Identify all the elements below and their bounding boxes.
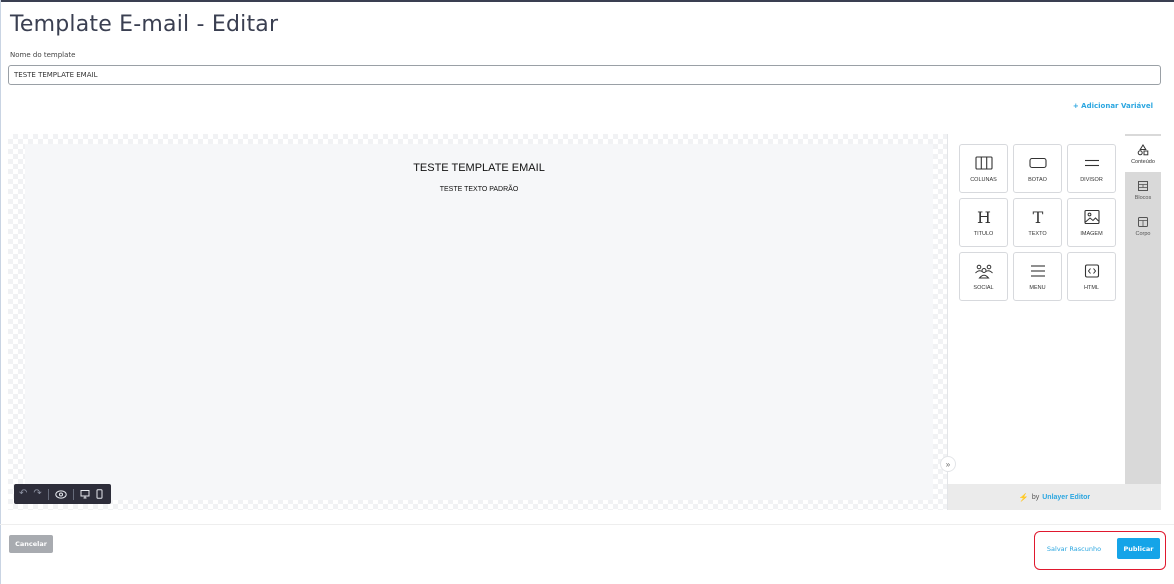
email-body-text[interactable]: TESTE TEXTO PADRÃO: [25, 186, 933, 193]
svg-text:T: T: [1032, 209, 1043, 225]
tool-button[interactable]: BOTAO: [1013, 144, 1062, 193]
svg-text:H: H: [977, 209, 991, 225]
redo-icon[interactable]: ↷: [33, 489, 41, 499]
powered-by: ⚡ by Unlayer Editor: [948, 484, 1161, 510]
html-icon: [1084, 263, 1099, 278]
unlayer-link[interactable]: Unlayer Editor: [1042, 494, 1090, 501]
image-icon: [1083, 209, 1100, 224]
bolt-icon: ⚡: [1018, 492, 1029, 502]
tab-blocks[interactable]: Blocos: [1125, 172, 1161, 208]
publish-button[interactable]: Publicar: [1117, 538, 1160, 559]
tool-label: TEXTO: [1028, 230, 1047, 237]
top-border: [0, 0, 1174, 2]
toolbar-divider: [47, 488, 49, 500]
tool-columns[interactable]: COLUNAS: [959, 144, 1008, 193]
email-canvas[interactable]: TESTE TEMPLATE EMAIL TESTE TEXTO PADRÃO: [25, 144, 933, 500]
tab-content[interactable]: Conteúdo: [1125, 136, 1161, 172]
content-tools: COLUNAS BOTAO DIVISOR H TITULO T TEXTO I…: [948, 134, 1125, 484]
body-icon: [1138, 216, 1148, 227]
social-icon: [974, 264, 993, 278]
collapse-sidebar-button[interactable]: »: [940, 456, 956, 472]
tool-label: MENU: [1029, 284, 1046, 291]
divider-icon: [1084, 159, 1099, 166]
blocks-icon: [1138, 180, 1148, 191]
template-name-input[interactable]: [8, 65, 1161, 85]
footer-divider: [0, 524, 1174, 525]
tool-menu[interactable]: MENU: [1013, 252, 1062, 301]
tool-text[interactable]: T TEXTO: [1013, 198, 1062, 247]
tool-label: HTML: [1084, 284, 1099, 291]
tab-label: Conteúdo: [1131, 158, 1155, 165]
add-variable-link[interactable]: + Adicionar Variável: [1073, 102, 1153, 110]
tool-html[interactable]: HTML: [1067, 252, 1116, 301]
button-icon: [1028, 157, 1047, 168]
tool-label: COLUNAS: [970, 176, 997, 183]
tool-divider[interactable]: DIVISOR: [1067, 144, 1116, 193]
heading-icon: H: [977, 209, 991, 225]
tab-label: Blocos: [1134, 194, 1152, 201]
email-editor: TESTE TEMPLATE EMAIL TESTE TEXTO PADRÃO …: [8, 134, 1161, 510]
editor-sidebar: COLUNAS BOTAO DIVISOR H TITULO T TEXTO I…: [940, 134, 1161, 510]
columns-icon: [974, 155, 993, 170]
left-border: [0, 0, 1, 584]
editor-canvas-area: TESTE TEMPLATE EMAIL TESTE TEXTO PADRÃO …: [8, 134, 947, 510]
menu-icon: [1030, 264, 1045, 277]
save-draft-button[interactable]: Salvar Rascunho: [1040, 540, 1108, 558]
tool-label: SOCIAL: [973, 284, 994, 291]
content-icon: [1137, 143, 1149, 155]
desktop-icon[interactable]: [80, 489, 90, 499]
preview-eye-icon[interactable]: [55, 489, 67, 499]
tab-body[interactable]: Corpo: [1125, 208, 1161, 244]
tab-label: Corpo: [1135, 230, 1151, 237]
tool-heading[interactable]: H TITULO: [959, 198, 1008, 247]
page-title: Template E-mail - Editar: [10, 12, 279, 37]
powered-prefix: by: [1031, 493, 1040, 501]
tool-image[interactable]: IMAGEM: [1067, 198, 1116, 247]
editor-toolbar: ↶ ↷: [14, 484, 111, 504]
text-icon: T: [1032, 209, 1043, 225]
tool-label: BOTAO: [1028, 176, 1047, 183]
tool-label: IMAGEM: [1080, 230, 1103, 237]
toolbar-divider: [72, 488, 74, 500]
undo-icon[interactable]: ↶: [19, 489, 27, 499]
tool-label: TITULO: [973, 230, 994, 237]
cancel-button[interactable]: Cancelar: [9, 535, 53, 553]
tool-social[interactable]: SOCIAL: [959, 252, 1008, 301]
email-heading[interactable]: TESTE TEMPLATE EMAIL: [25, 162, 933, 174]
template-name-label: Nome do template: [10, 51, 76, 59]
tool-label: DIVISOR: [1080, 176, 1103, 183]
sidebar-tabs: Conteúdo Blocos Corpo: [1125, 134, 1161, 484]
mobile-icon[interactable]: [96, 489, 103, 499]
